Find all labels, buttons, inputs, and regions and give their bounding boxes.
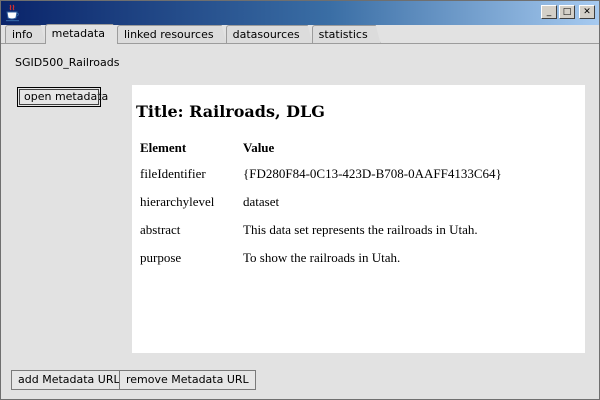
tab-info[interactable]: info bbox=[5, 25, 46, 44]
tab-statistics[interactable]: statistics bbox=[312, 25, 381, 44]
minimize-button[interactable]: _ bbox=[541, 5, 557, 19]
column-header-value: Value bbox=[243, 140, 275, 155]
element-cell: hierarchylevel bbox=[140, 194, 215, 209]
table-row: hierarchylevel dataset bbox=[140, 188, 502, 216]
element-cell: abstract bbox=[140, 222, 181, 237]
table-row: abstract This data set represents the ra… bbox=[140, 216, 502, 244]
metadata-table: Element Value fileIdentifier {FD280F84-0… bbox=[140, 136, 502, 272]
remove-metadata-url-button[interactable]: remove Metadata URL bbox=[119, 370, 256, 390]
element-cell: fileIdentifier bbox=[140, 166, 206, 181]
tab-datasources[interactable]: datasources bbox=[226, 25, 313, 44]
value-cell: dataset bbox=[243, 194, 280, 209]
title-bar: _ □ ✕ bbox=[1, 1, 599, 25]
metadata-title: Title: Railroads, DLG bbox=[136, 102, 325, 121]
metadata-view-panel: Title: Railroads, DLG Element Value file… bbox=[132, 85, 585, 353]
close-button[interactable]: ✕ bbox=[579, 5, 595, 19]
element-cell: purpose bbox=[140, 250, 182, 265]
tab-bar: info metadata linked resources datasourc… bbox=[5, 25, 380, 44]
metadata-table-header: Element Value bbox=[140, 136, 502, 160]
open-metadata-button[interactable]: open metadata bbox=[17, 87, 108, 107]
maximize-button[interactable]: □ bbox=[559, 5, 575, 19]
table-row: fileIdentifier {FD280F84-0C13-423D-B708-… bbox=[140, 160, 502, 188]
value-cell: This data set represents the railroads i… bbox=[243, 222, 478, 237]
value-cell: To show the railroads in Utah. bbox=[243, 250, 401, 265]
window-controls: _ □ ✕ bbox=[541, 5, 595, 19]
value-cell: {FD280F84-0C13-423D-B708-0AAFF4133C64} bbox=[243, 166, 502, 181]
column-header-element: Element bbox=[140, 140, 187, 155]
add-metadata-url-button[interactable]: add Metadata URL bbox=[11, 370, 127, 390]
java-coffee-cup-icon bbox=[6, 4, 19, 22]
layer-name-label: SGID500_Railroads bbox=[15, 56, 120, 69]
tab-metadata[interactable]: metadata bbox=[45, 24, 118, 44]
table-row: purpose To show the railroads in Utah. bbox=[140, 244, 502, 272]
tab-linked-resources[interactable]: linked resources bbox=[117, 25, 227, 44]
app-window: _ □ ✕ info metadata linked resources dat… bbox=[0, 0, 600, 400]
